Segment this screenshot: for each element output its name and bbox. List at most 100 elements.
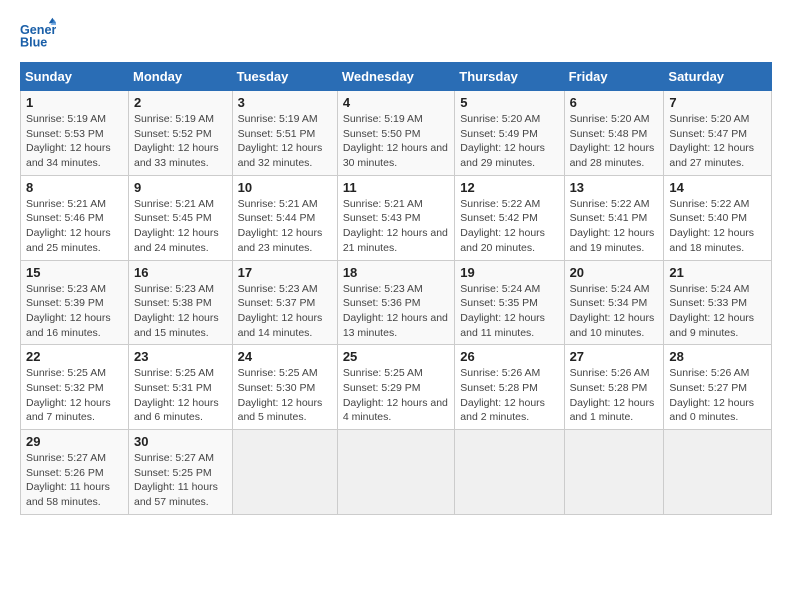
day-info: Sunrise: 5:27 AMSunset: 5:25 PMDaylight:… (134, 451, 227, 510)
day-number: 27 (570, 349, 659, 364)
calendar-cell: 9 Sunrise: 5:21 AMSunset: 5:45 PMDaylight… (129, 175, 233, 260)
day-info: Sunrise: 5:22 AMSunset: 5:42 PMDaylight:… (460, 197, 558, 256)
calendar-cell: 8 Sunrise: 5:21 AMSunset: 5:46 PMDaylight… (21, 175, 129, 260)
day-info: Sunrise: 5:22 AMSunset: 5:40 PMDaylight:… (669, 197, 766, 256)
calendar-cell (232, 430, 337, 515)
calendar-cell (664, 430, 772, 515)
day-info: Sunrise: 5:25 AMSunset: 5:30 PMDaylight:… (238, 366, 332, 425)
calendar-cell: 19 Sunrise: 5:24 AMSunset: 5:35 PMDayligh… (455, 260, 564, 345)
day-number: 1 (26, 95, 123, 110)
day-number: 22 (26, 349, 123, 364)
day-info: Sunrise: 5:25 AMSunset: 5:32 PMDaylight:… (26, 366, 123, 425)
day-number: 4 (343, 95, 449, 110)
calendar-cell: 2Sunrise: 5:19 AMSunset: 5:52 PMDaylight… (129, 91, 233, 176)
calendar-cell: 28 Sunrise: 5:26 AMSunset: 5:27 PMDayligh… (664, 345, 772, 430)
calendar-cell: 26 Sunrise: 5:26 AMSunset: 5:28 PMDayligh… (455, 345, 564, 430)
calendar-cell: 16 Sunrise: 5:23 AMSunset: 5:38 PMDayligh… (129, 260, 233, 345)
day-number: 11 (343, 180, 449, 195)
day-info: Sunrise: 5:21 AMSunset: 5:45 PMDaylight:… (134, 197, 227, 256)
day-info: Sunrise: 5:20 AMSunset: 5:48 PMDaylight:… (570, 112, 659, 171)
calendar-cell: 20Sunrise: 5:24 AMSunset: 5:34 PMDayligh… (564, 260, 664, 345)
calendar-cell: 22 Sunrise: 5:25 AMSunset: 5:32 PMDayligh… (21, 345, 129, 430)
svg-text:Blue: Blue (20, 36, 47, 50)
calendar-cell: 10Sunrise: 5:21 AMSunset: 5:44 PMDayligh… (232, 175, 337, 260)
calendar-cell: 11 Sunrise: 5:21 AMSunset: 5:43 PMDayligh… (337, 175, 454, 260)
day-number: 13 (570, 180, 659, 195)
calendar-cell: 1 Sunrise: 5:19 AMSunset: 5:53 PMDaylight… (21, 91, 129, 176)
day-number: 26 (460, 349, 558, 364)
day-number: 15 (26, 265, 123, 280)
day-info: Sunrise: 5:24 AMSunset: 5:34 PMDaylight:… (570, 282, 659, 341)
day-number: 5 (460, 95, 558, 110)
day-number: 29 (26, 434, 123, 449)
day-info: Sunrise: 5:21 AMSunset: 5:43 PMDaylight:… (343, 197, 449, 256)
day-number: 12 (460, 180, 558, 195)
logo: General Blue (20, 16, 60, 52)
calendar-week-5: 29 Sunrise: 5:27 AMSunset: 5:26 PMDayligh… (21, 430, 772, 515)
day-info: Sunrise: 5:19 AMSunset: 5:53 PMDaylight:… (26, 112, 123, 171)
day-number: 17 (238, 265, 332, 280)
header-friday: Friday (564, 63, 664, 91)
day-number: 3 (238, 95, 332, 110)
calendar-cell: 7Sunrise: 5:20 AMSunset: 5:47 PMDaylight… (664, 91, 772, 176)
day-number: 14 (669, 180, 766, 195)
day-info: Sunrise: 5:25 AMSunset: 5:31 PMDaylight:… (134, 366, 227, 425)
calendar-week-4: 22 Sunrise: 5:25 AMSunset: 5:32 PMDayligh… (21, 345, 772, 430)
calendar-cell (455, 430, 564, 515)
day-info: Sunrise: 5:19 AMSunset: 5:52 PMDaylight:… (134, 112, 227, 171)
day-number: 24 (238, 349, 332, 364)
calendar-cell: 27 Sunrise: 5:26 AMSunset: 5:28 PMDayligh… (564, 345, 664, 430)
calendar-cell: 23 Sunrise: 5:25 AMSunset: 5:31 PMDayligh… (129, 345, 233, 430)
calendar-week-2: 8 Sunrise: 5:21 AMSunset: 5:46 PMDaylight… (21, 175, 772, 260)
day-info: Sunrise: 5:19 AMSunset: 5:50 PMDaylight:… (343, 112, 449, 171)
header-wednesday: Wednesday (337, 63, 454, 91)
day-info: Sunrise: 5:23 AMSunset: 5:36 PMDaylight:… (343, 282, 449, 341)
day-info: Sunrise: 5:21 AMSunset: 5:46 PMDaylight:… (26, 197, 123, 256)
day-info: Sunrise: 5:20 AMSunset: 5:47 PMDaylight:… (669, 112, 766, 171)
day-info: Sunrise: 5:26 AMSunset: 5:28 PMDaylight:… (570, 366, 659, 425)
calendar-cell: 15 Sunrise: 5:23 AMSunset: 5:39 PMDayligh… (21, 260, 129, 345)
day-info: Sunrise: 5:24 AMSunset: 5:33 PMDaylight:… (669, 282, 766, 341)
day-number: 25 (343, 349, 449, 364)
header-thursday: Thursday (455, 63, 564, 91)
day-info: Sunrise: 5:24 AMSunset: 5:35 PMDaylight:… (460, 282, 558, 341)
day-info: Sunrise: 5:26 AMSunset: 5:28 PMDaylight:… (460, 366, 558, 425)
calendar-table: SundayMondayTuesdayWednesdayThursdayFrid… (20, 62, 772, 515)
day-info: Sunrise: 5:19 AMSunset: 5:51 PMDaylight:… (238, 112, 332, 171)
calendar-cell: 12 Sunrise: 5:22 AMSunset: 5:42 PMDayligh… (455, 175, 564, 260)
day-number: 28 (669, 349, 766, 364)
calendar-cell: 17 Sunrise: 5:23 AMSunset: 5:37 PMDayligh… (232, 260, 337, 345)
calendar-week-3: 15 Sunrise: 5:23 AMSunset: 5:39 PMDayligh… (21, 260, 772, 345)
calendar-cell (564, 430, 664, 515)
calendar-cell: 6 Sunrise: 5:20 AMSunset: 5:48 PMDaylight… (564, 91, 664, 176)
calendar-cell: 13 Sunrise: 5:22 AMSunset: 5:41 PMDayligh… (564, 175, 664, 260)
logo-icon: General Blue (20, 16, 56, 52)
day-info: Sunrise: 5:23 AMSunset: 5:37 PMDaylight:… (238, 282, 332, 341)
day-info: Sunrise: 5:23 AMSunset: 5:38 PMDaylight:… (134, 282, 227, 341)
day-info: Sunrise: 5:26 AMSunset: 5:27 PMDaylight:… (669, 366, 766, 425)
day-number: 23 (134, 349, 227, 364)
header-saturday: Saturday (664, 63, 772, 91)
day-number: 16 (134, 265, 227, 280)
calendar-cell: 29 Sunrise: 5:27 AMSunset: 5:26 PMDayligh… (21, 430, 129, 515)
header-sunday: Sunday (21, 63, 129, 91)
day-info: Sunrise: 5:23 AMSunset: 5:39 PMDaylight:… (26, 282, 123, 341)
day-number: 8 (26, 180, 123, 195)
calendar-cell: 5Sunrise: 5:20 AMSunset: 5:49 PMDaylight… (455, 91, 564, 176)
page-header: General Blue (20, 16, 772, 52)
calendar-week-1: 1 Sunrise: 5:19 AMSunset: 5:53 PMDaylight… (21, 91, 772, 176)
calendar-cell (337, 430, 454, 515)
calendar-cell: 21 Sunrise: 5:24 AMSunset: 5:33 PMDayligh… (664, 260, 772, 345)
day-number: 21 (669, 265, 766, 280)
day-number: 19 (460, 265, 558, 280)
calendar-cell: 18Sunrise: 5:23 AMSunset: 5:36 PMDayligh… (337, 260, 454, 345)
day-info: Sunrise: 5:22 AMSunset: 5:41 PMDaylight:… (570, 197, 659, 256)
calendar-cell: 24 Sunrise: 5:25 AMSunset: 5:30 PMDayligh… (232, 345, 337, 430)
day-number: 10 (238, 180, 332, 195)
header-tuesday: Tuesday (232, 63, 337, 91)
calendar-cell: 3 Sunrise: 5:19 AMSunset: 5:51 PMDaylight… (232, 91, 337, 176)
calendar-cell: 30Sunrise: 5:27 AMSunset: 5:25 PMDayligh… (129, 430, 233, 515)
day-number: 9 (134, 180, 227, 195)
day-info: Sunrise: 5:27 AMSunset: 5:26 PMDaylight:… (26, 451, 123, 510)
day-number: 6 (570, 95, 659, 110)
